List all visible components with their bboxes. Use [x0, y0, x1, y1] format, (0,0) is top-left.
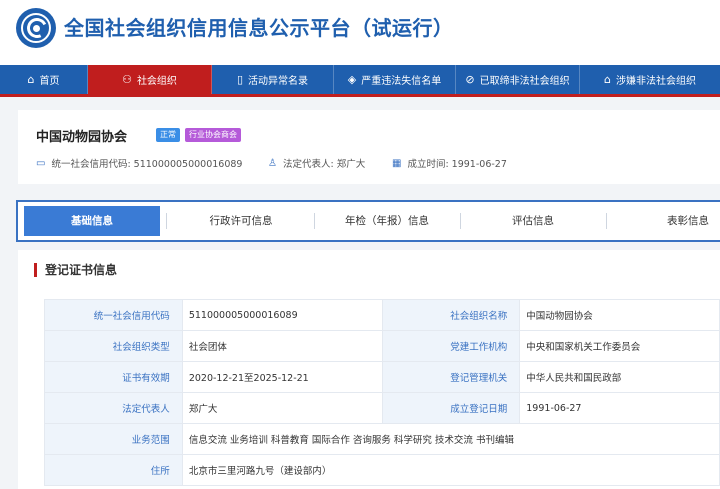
cell-label: 统一社会信用代码	[44, 299, 183, 331]
org-name: 中国动物园协会	[36, 130, 128, 145]
cell-label: 住所	[44, 454, 183, 486]
person-icon: ♙	[268, 157, 277, 169]
table-row: 法定代表人 郑广大 成立登记日期 1991-06-27	[44, 392, 720, 424]
table-row: 业务范围 信息交流 业务培训 科普教育 国际合作 咨询服务 科学研究 技术交流 …	[44, 423, 720, 455]
tab-basic-info[interactable]: 基础信息	[24, 206, 160, 236]
nav-item-social-orgs[interactable]: ⚇ 社会组织	[88, 65, 212, 94]
nav-item-suspected-illegal[interactable]: ⌂ 涉嫌非法社会组织	[580, 65, 720, 94]
cell-value: 中央和国家机关工作委员会	[519, 330, 720, 362]
shield-icon: ◈	[347, 73, 357, 86]
cell-label: 证书有效期	[44, 361, 183, 393]
home-icon: ⌂	[27, 73, 35, 86]
tab-annual-report[interactable]: 年检（年报）信息	[318, 206, 456, 236]
nav-item-label: 社会组织	[136, 76, 177, 87]
nav-item-abnormal-list[interactable]: ▯ 活动异常名录	[212, 65, 334, 94]
info-tabs: 基础信息 行政许可信息 年检（年报）信息 评估信息 表彰信息	[16, 200, 720, 242]
book-icon: ▭	[36, 157, 46, 169]
calendar-icon: ▦	[392, 157, 402, 169]
org-type-badge: 行业协会商会	[185, 128, 241, 142]
site-title[interactable]: 全国社会组织信用信息公示平台（试运行）	[64, 12, 454, 41]
founded-text: 成立时间: 1991-06-27	[407, 159, 507, 170]
tab-evaluation[interactable]: 评估信息	[464, 206, 602, 236]
status-badge: 正常	[156, 128, 180, 142]
site-header: 全国社会组织信用信息公示平台（试运行）	[0, 0, 720, 65]
cell-value: 1991-06-27	[519, 392, 720, 424]
alarm-icon: ⌂	[604, 73, 611, 86]
cell-label: 业务范围	[44, 423, 183, 455]
legal-rep-meta: ♙ 法定代表人: 郑广大	[268, 156, 366, 171]
cell-value: 中华人民共和国民政部	[519, 361, 720, 393]
cell-label: 法定代表人	[44, 392, 183, 424]
registration-info-table: 统一社会信用代码 511000005000016089 社会组织名称 中国动物园…	[44, 299, 720, 486]
tab-divider	[606, 213, 607, 229]
table-row: 住所 北京市三里河路九号（建设部内）	[44, 454, 720, 486]
ban-icon: ⊘	[465, 73, 475, 86]
org-tree-icon: ⚇	[122, 73, 132, 86]
nav-item-label: 涉嫌非法社会组织	[615, 76, 696, 87]
nav-item-home[interactable]: ⌂ 首页	[0, 65, 88, 94]
cell-value: 2020-12-21至2025-12-21	[181, 361, 383, 393]
cell-value: 中国动物园协会	[519, 299, 720, 331]
tab-admin-license[interactable]: 行政许可信息	[172, 206, 310, 236]
cell-label: 登记管理机关	[381, 361, 521, 393]
cell-value: 郑广大	[181, 392, 383, 424]
document-icon: ▯	[236, 73, 244, 86]
credit-code-text: 统一社会信用代码: 511000005000016089	[51, 159, 243, 170]
site-logo-icon[interactable]	[16, 8, 56, 48]
cell-label: 党建工作机构	[381, 330, 521, 362]
nav-item-serious-violations[interactable]: ◈ 严重违法失信名单	[334, 65, 456, 94]
tab-commendation[interactable]: 表彰信息	[638, 206, 720, 236]
address-value: 北京市三里河路九号（建设部内）	[181, 454, 720, 486]
tab-divider	[166, 213, 167, 229]
table-row: 证书有效期 2020-12-21至2025-12-21 登记管理机关 中华人民共…	[44, 361, 720, 393]
section-title: 登记证书信息	[34, 263, 117, 277]
cell-value: 511000005000016089	[181, 299, 383, 331]
nav-item-label: 已取缔非法社会组织	[479, 76, 570, 87]
nav-item-label: 首页	[39, 76, 60, 87]
business-scope-value: 信息交流 业务培训 科普教育 国际合作 咨询服务 科学研究 技术交流 书刊编辑	[181, 423, 720, 455]
nav-item-label: 严重违法失信名单	[361, 76, 442, 87]
nav-item-banned-orgs[interactable]: ⊘ 已取缔非法社会组织	[456, 65, 580, 94]
nav-item-label: 活动异常名录	[248, 76, 309, 87]
cell-label: 成立登记日期	[381, 392, 521, 424]
org-summary-card: 中国动物园协会 正常 行业协会商会 ▭ 统一社会信用代码: 5110000050…	[18, 110, 720, 184]
table-row: 统一社会信用代码 511000005000016089 社会组织名称 中国动物园…	[44, 299, 720, 331]
tab-divider	[460, 213, 461, 229]
cell-label: 社会组织类型	[44, 330, 183, 362]
legal-rep-text: 法定代表人: 郑广大	[282, 159, 366, 170]
main-nav: ⌂ 首页 ⚇ 社会组织 ▯ 活动异常名录 ◈ 严重违法失信名单 ⊘ 已取缔非法社…	[0, 65, 720, 97]
registration-certificate-section: 登记证书信息 统一社会信用代码 511000005000016089 社会组织名…	[18, 250, 720, 489]
tab-divider	[314, 213, 315, 229]
cell-label: 社会组织名称	[381, 299, 521, 331]
founded-meta: ▦ 成立时间: 1991-06-27	[392, 156, 507, 171]
cell-value: 社会团体	[181, 330, 383, 362]
table-row: 社会组织类型 社会团体 党建工作机构 中央和国家机关工作委员会	[44, 330, 720, 362]
credit-code-meta: ▭ 统一社会信用代码: 511000005000016089	[36, 156, 243, 171]
